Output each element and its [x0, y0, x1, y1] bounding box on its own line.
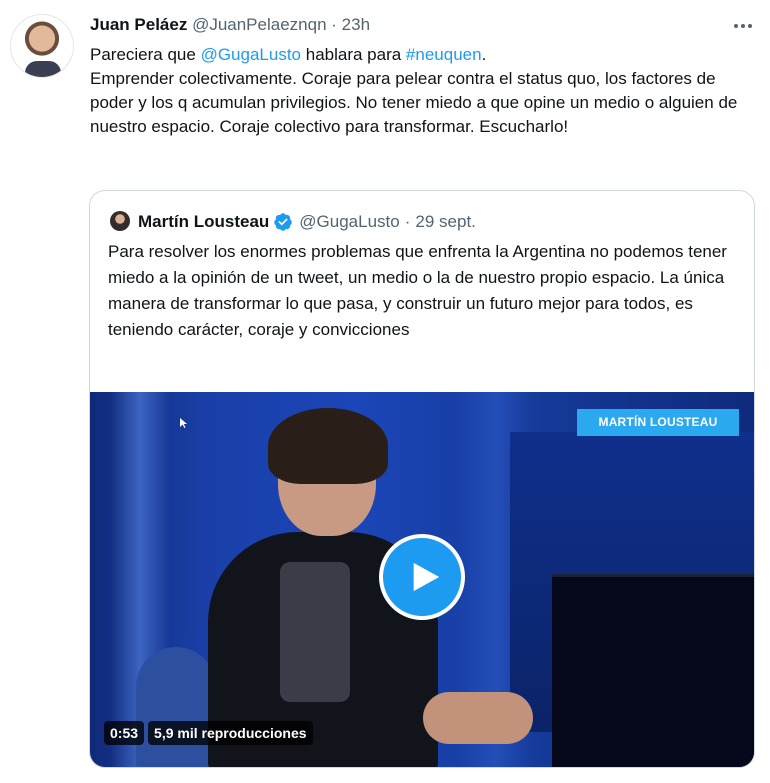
- play-button[interactable]: [379, 534, 465, 620]
- video-player[interactable]: MARTÍN LOUSTEAU 0:53 5,9 mil reproduccio…: [90, 392, 754, 767]
- play-icon: [413, 562, 440, 592]
- cursor-icon: [180, 418, 187, 428]
- tweet-header: Juan Peláez @JuanPelaeznqn · 23h: [90, 15, 370, 35]
- more-options-icon[interactable]: [731, 14, 755, 38]
- quoted-author-handle[interactable]: @GugaLusto: [299, 211, 399, 233]
- tweet-timestamp[interactable]: 23h: [342, 15, 370, 34]
- quoted-tweet-header: Martín Lousteau @GugaLusto · 29 sept.: [138, 211, 476, 233]
- tweet-text: Pareciera que @GugaLusto hablara para #n…: [90, 43, 755, 139]
- tweet-text-segment: hablara para: [301, 45, 406, 64]
- quoted-tweet-date[interactable]: 29 sept.: [415, 211, 476, 233]
- video-chair: [136, 647, 216, 767]
- author-avatar[interactable]: [10, 14, 74, 78]
- author-handle[interactable]: @JuanPelaeznqn: [192, 15, 326, 34]
- tweet-text-segment: .: [481, 45, 487, 64]
- video-name-tag: MARTÍN LOUSTEAU: [577, 409, 739, 436]
- video-info-badges: 0:53 5,9 mil reproducciones: [104, 721, 313, 745]
- video-speaker-hands: [423, 692, 533, 744]
- verified-badge-icon: [273, 212, 293, 232]
- mention-link[interactable]: @GugaLusto: [201, 45, 301, 64]
- quoted-author-avatar[interactable]: [110, 211, 130, 231]
- tweet-text-segment: Pareciera que: [90, 45, 201, 64]
- quoted-tweet-card[interactable]: Martín Lousteau @GugaLusto · 29 sept. Pa…: [89, 190, 755, 768]
- header-separator: ·: [331, 15, 337, 34]
- quoted-header-separator: ·: [404, 212, 411, 231]
- quoted-tweet-text: Para resolver los enormes problemas que …: [108, 242, 727, 339]
- video-speaker-hair: [268, 408, 388, 484]
- hashtag-link[interactable]: #neuquen: [406, 45, 482, 64]
- video-duration: 0:53: [104, 721, 145, 745]
- video-speaker-shirt: [280, 562, 350, 702]
- video-table: [552, 574, 754, 767]
- tweet-text-paragraph: Emprender colectivamente. Coraje para pe…: [90, 69, 738, 136]
- video-view-count: 5,9 mil reproducciones: [148, 721, 313, 745]
- tweet-text-line1: Pareciera que @GugaLusto hablara para #n…: [90, 43, 755, 67]
- author-name[interactable]: Juan Peláez: [90, 15, 187, 34]
- quoted-author-name[interactable]: Martín Lousteau: [138, 211, 269, 233]
